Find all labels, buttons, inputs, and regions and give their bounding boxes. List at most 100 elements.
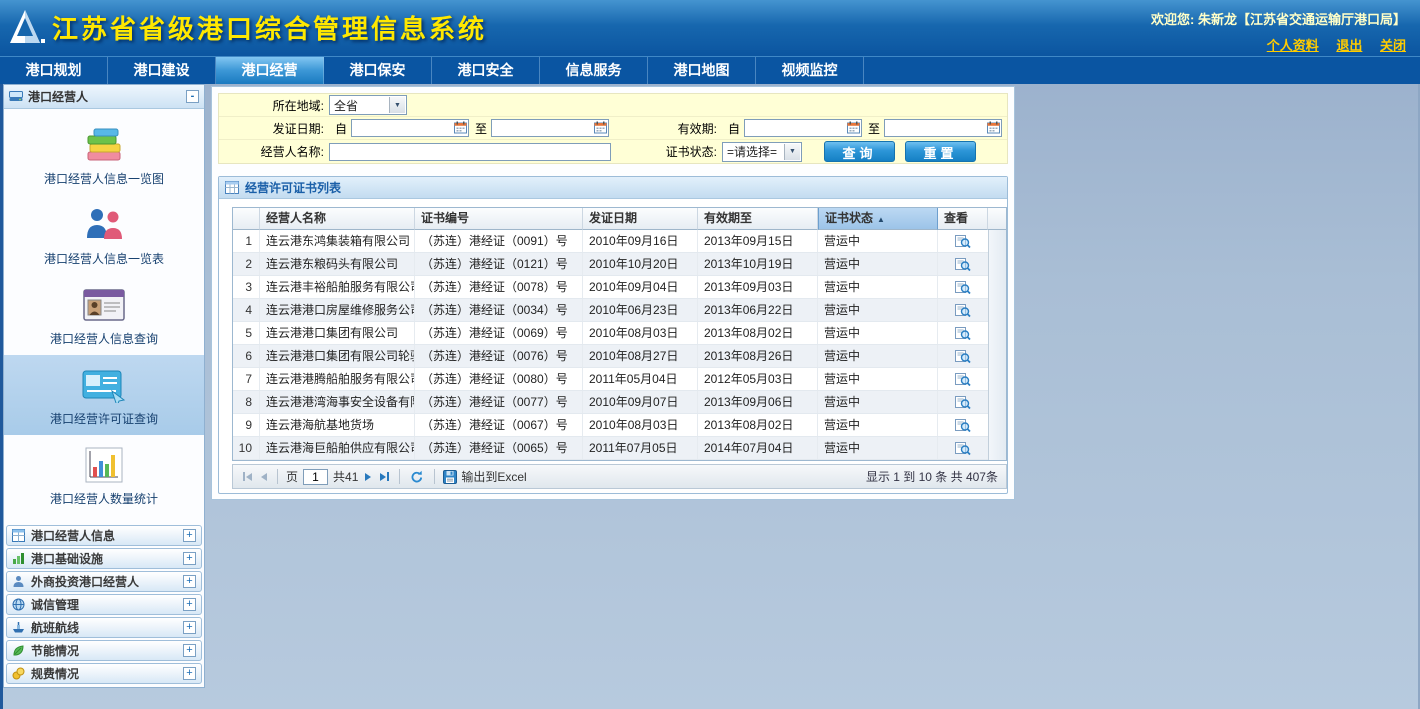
view-icon[interactable]	[955, 234, 971, 249]
valid-to-cell: 2013年06月22日	[698, 299, 818, 321]
sidebar-section-foreign-investment[interactable]: 外商投资港口经营人 +	[6, 571, 202, 592]
tab-info-service[interactable]: 信息服务	[540, 57, 648, 84]
table-row[interactable]: 8 连云港港湾海事安全设备有限... （苏连）港经证（0077）号 2010年0…	[233, 391, 988, 414]
view-icon[interactable]	[955, 418, 971, 433]
expand-button[interactable]: +	[183, 667, 196, 680]
logout-link[interactable]: 退出	[1336, 38, 1362, 53]
infrastructure-icon	[12, 552, 26, 565]
operator-name-input[interactable]	[329, 143, 611, 161]
last-page-button[interactable]	[378, 472, 391, 481]
page-label: 页	[286, 468, 298, 485]
export-excel-button[interactable]: 输出到Excel	[443, 468, 526, 485]
table-row[interactable]: 3 连云港丰裕船舶服务有限公司 （苏连）港经证（0078）号 2010年09月0…	[233, 276, 988, 299]
sidebar-item-operator-statistics[interactable]: 港口经营人数量统计	[4, 435, 204, 515]
col-valid-to[interactable]: 有效期至	[698, 208, 818, 230]
validity-label: 有效期:	[639, 120, 717, 137]
prev-page-button[interactable]	[259, 473, 269, 481]
table-scrollbar[interactable]	[988, 230, 1006, 460]
table-row[interactable]: 4 连云港港口房屋维修服务公司 （苏连）港经证（0034）号 2010年06月2…	[233, 299, 988, 322]
view-icon[interactable]	[955, 441, 971, 456]
sidebar-section-shipping-routes[interactable]: 航班航线 +	[6, 617, 202, 638]
calendar-icon[interactable]	[847, 121, 861, 135]
page-number-input[interactable]	[303, 469, 328, 485]
table-row[interactable]: 1 连云港东鸿集装箱有限公司 （苏连）港经证（0091）号 2010年09月16…	[233, 230, 988, 253]
expand-button[interactable]: +	[183, 621, 196, 634]
col-operator-name[interactable]: 经营人名称	[260, 208, 415, 230]
validity-from-input[interactable]	[744, 119, 862, 137]
region-select[interactable]: 全省 ▼	[329, 95, 407, 115]
section-label: 航班航线	[31, 619, 178, 636]
expand-button[interactable]: +	[183, 598, 196, 611]
sidebar-panel-header[interactable]: 港口经营人 -	[4, 85, 204, 109]
view-icon[interactable]	[955, 326, 971, 341]
page-title: 江苏省省级港口综合管理信息系统	[52, 9, 487, 46]
view-icon[interactable]	[955, 257, 971, 272]
view-icon[interactable]	[955, 303, 971, 318]
col-cert-no[interactable]: 证书编号	[415, 208, 583, 230]
tab-port-construction[interactable]: 港口建设	[108, 57, 216, 84]
status-cell: 营运中	[818, 391, 938, 413]
expand-button[interactable]: +	[183, 575, 196, 588]
valid-to-cell: 2013年09月06日	[698, 391, 818, 413]
shipping-routes-icon	[12, 621, 26, 634]
view-icon[interactable]	[955, 349, 971, 364]
status-cell: 营运中	[818, 437, 938, 459]
app-logo-icon	[8, 6, 46, 53]
col-cert-status[interactable]: 证书状态▲	[818, 208, 938, 230]
table-row[interactable]: 2 连云港东粮码头有限公司 （苏连）港经证（0121）号 2010年10月20日…	[233, 253, 988, 276]
expand-button[interactable]: +	[183, 552, 196, 565]
operator-name-cell: 连云港港口集团有限公司	[260, 322, 415, 344]
sidebar-section-fees[interactable]: 规费情况 +	[6, 663, 202, 684]
sidebar-item-license-query[interactable]: 港口经营许可证查询	[4, 355, 204, 435]
main-content: 所在地域: 全省 ▼ 发证日期: 自 至 有效	[211, 86, 1015, 500]
calendar-icon[interactable]	[594, 121, 608, 135]
table-row[interactable]: 6 连云港港口集团有限公司轮驳... （苏连）港经证（0076）号 2010年0…	[233, 345, 988, 368]
sidebar-section-credit-management[interactable]: 诚信管理 +	[6, 594, 202, 615]
issue-date-from-input[interactable]	[351, 119, 469, 137]
tab-port-map[interactable]: 港口地图	[648, 57, 756, 84]
status-select[interactable]: =请选择= ▼	[722, 142, 802, 162]
sidebar-section-energy-saving[interactable]: 节能情况 +	[6, 640, 202, 661]
tab-video-monitor[interactable]: 视频监控	[756, 57, 864, 84]
view-icon[interactable]	[955, 395, 971, 410]
tab-port-planning[interactable]: 港口规划	[0, 57, 108, 84]
calendar-icon[interactable]	[454, 121, 468, 135]
close-link[interactable]: 关闭	[1380, 38, 1406, 53]
sidebar-section-operator-info[interactable]: 港口经营人信息 +	[6, 525, 202, 546]
sidebar-item-operator-info-query[interactable]: 港口经营人信息查询	[4, 275, 204, 355]
operator-name-cell: 连云港东鸿集装箱有限公司	[260, 230, 415, 252]
operator-info-icon	[12, 529, 26, 542]
tab-port-operation[interactable]: 港口经营	[216, 57, 324, 84]
col-issue-date[interactable]: 发证日期	[583, 208, 698, 230]
table-row[interactable]: 5 连云港港口集团有限公司 （苏连）港经证（0069）号 2010年08月03日…	[233, 322, 988, 345]
sidebar: 港口经营人 - 港口经营人信息一览图	[3, 84, 205, 688]
valid-to-cell: 2013年08月26日	[698, 345, 818, 367]
profile-link[interactable]: 个人资料	[1267, 38, 1319, 53]
people-icon	[4, 203, 204, 247]
collapse-button[interactable]: -	[186, 90, 199, 103]
sidebar-item-operator-overview-table[interactable]: 港口经营人信息一览表	[4, 195, 204, 275]
expand-button[interactable]: +	[183, 644, 196, 657]
refresh-button[interactable]	[408, 470, 426, 484]
table-row[interactable]: 7 连云港港腾船舶服务有限公司 （苏连）港经证（0080）号 2011年05月0…	[233, 368, 988, 391]
issue-date-to-input[interactable]	[491, 119, 609, 137]
next-page-button[interactable]	[363, 473, 373, 481]
table-icon	[225, 181, 239, 194]
status-cell: 营运中	[818, 345, 938, 367]
table-row[interactable]: 9 连云港海航基地货场 （苏连）港经证（0067）号 2010年08月03日 2…	[233, 414, 988, 437]
tab-port-safety[interactable]: 港口安全	[432, 57, 540, 84]
sidebar-item-operator-overview-map[interactable]: 港口经营人信息一览图	[4, 115, 204, 195]
validity-to-input[interactable]	[884, 119, 1002, 137]
status-cell: 营运中	[818, 299, 938, 321]
table-row[interactable]: 10 连云港海巨船舶供应有限公司 （苏连）港经证（0065）号 2011年07月…	[233, 437, 988, 460]
query-button[interactable]: 查询	[824, 141, 895, 162]
calendar-icon[interactable]	[987, 121, 1001, 135]
reset-button[interactable]: 重置	[905, 141, 976, 162]
sidebar-section-infrastructure[interactable]: 港口基础设施 +	[6, 548, 202, 569]
expand-button[interactable]: +	[183, 529, 196, 542]
first-page-button[interactable]	[241, 472, 254, 481]
valid-to-cell: 2013年10月19日	[698, 253, 818, 275]
view-icon[interactable]	[955, 372, 971, 387]
view-icon[interactable]	[955, 280, 971, 295]
tab-port-security[interactable]: 港口保安	[324, 57, 432, 84]
